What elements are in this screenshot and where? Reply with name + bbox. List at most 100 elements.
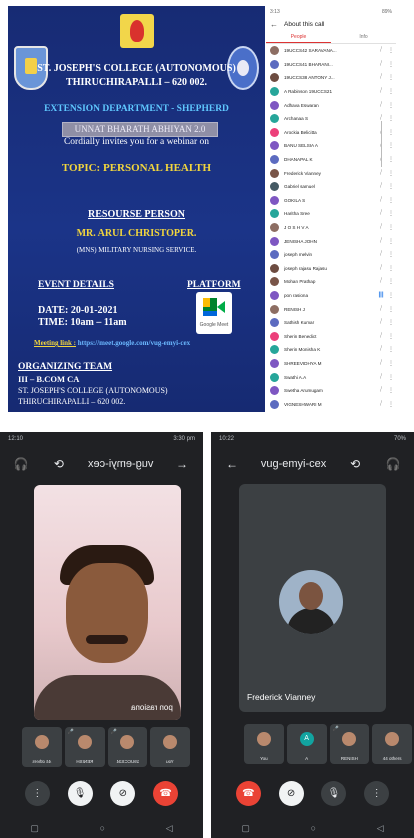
avatar: [270, 304, 279, 314]
more-options-button[interactable]: ⋮: [364, 780, 390, 806]
end-call-button[interactable]: ☎: [235, 780, 261, 806]
nav-recent-icon[interactable]: ▢: [30, 823, 39, 834]
participant-row[interactable]: 19UCCS38 ANTONY J... ⧸ ⋮: [266, 71, 396, 85]
participant-row[interactable]: Sherin Benedict ⧸ ⋮: [266, 329, 396, 343]
participant-row[interactable]: 19UCCS41 BHARANI... ⧸ ⋮: [266, 58, 396, 72]
more-options-button[interactable]: ⋮: [24, 780, 50, 806]
end-call-button[interactable]: ☎: [153, 780, 179, 806]
more-options-icon[interactable]: ⋮: [386, 61, 396, 68]
participant-row[interactable]: pon rasiona ||| ⋮: [266, 289, 396, 303]
participant-thumb[interactable]: You: [244, 724, 284, 764]
more-options-icon[interactable]: ⋮: [386, 170, 396, 177]
meeting-code[interactable]: vug-emyi-cex: [261, 458, 326, 470]
thumb-label: You: [260, 756, 268, 761]
more-options-icon[interactable]: ⋮: [386, 102, 396, 109]
mic-off-icon: ⧸: [379, 400, 383, 407]
more-options-icon[interactable]: ⋮: [386, 224, 396, 231]
more-options-icon[interactable]: ⋮: [386, 306, 396, 313]
participant-row[interactable]: Arockia Belicitta⧸⋮: [266, 126, 396, 140]
participant-row[interactable]: Mohan Prathap ⧸ ⋮: [266, 275, 396, 289]
more-options-icon[interactable]: ⋮: [386, 360, 396, 367]
mic-off-icon: ⧸: [379, 346, 383, 353]
more-options-icon[interactable]: ⋮: [386, 74, 396, 81]
participant-row[interactable]: JENISHA JOHN ⧸ ⋮: [266, 234, 396, 248]
status-bar: 3:13 89%: [266, 6, 396, 17]
participant-thumb[interactable]: 44 others: [372, 724, 412, 764]
participant-row[interactable]: Frederick Vianney ⧸ ⋮: [266, 166, 396, 180]
participant-thumb[interactable]: 🎤 RENISH: [64, 727, 105, 767]
tab-people[interactable]: People: [266, 31, 331, 43]
status-left: 12:10: [8, 436, 24, 442]
participant-row[interactable]: VIGNESHWARI M ⧸ ⋮: [266, 397, 396, 411]
participant-thumb[interactable]: 44 others: [22, 727, 62, 767]
participant-row[interactable]: Swathi A.A ⧸ ⋮: [266, 370, 396, 384]
participant-thumb[interactable]: You: [150, 727, 190, 767]
more-options-icon[interactable]: ⋮: [386, 210, 396, 217]
participant-row[interactable]: Sathish Kumar ⧸ ⋮: [266, 316, 396, 330]
participant-row[interactable]: joseph melvin ⧸ ⋮: [266, 248, 396, 262]
video-off-button[interactable]: ⊘: [278, 780, 304, 806]
more-options-icon[interactable]: ⋮: [386, 265, 396, 272]
participant-row[interactable]: Gabriel samuel ⧸ ⋮: [266, 180, 396, 194]
participant-row[interactable]: 19UCCS42 SARAVANA... ⧸ ⋮: [266, 44, 396, 58]
participant-thumb[interactable]: 🎤 RENISH: [329, 724, 370, 764]
nav-recent-icon[interactable]: ▢: [241, 823, 250, 834]
meeting-code[interactable]: vug-emyi-cex: [88, 458, 153, 470]
switch-camera-icon[interactable]: ⟲: [50, 457, 68, 471]
meeting-link-url[interactable]: https://meet.google.com/vug-emyi-cex: [78, 339, 190, 347]
more-options-icon[interactable]: ⋮: [386, 251, 396, 258]
participant-thumb[interactable]: 🎤 19UCCS34: [107, 727, 148, 767]
more-options-icon[interactable]: ⋮: [386, 88, 396, 95]
participant-row[interactable]: Haritha Sree ⧸ ⋮: [266, 207, 396, 221]
more-options-icon[interactable]: ⋮: [386, 238, 396, 245]
tab-info[interactable]: Info: [331, 31, 396, 43]
speaking-icon: |||: [378, 292, 384, 299]
more-options-icon[interactable]: ⋮: [386, 115, 396, 122]
more-options-icon[interactable]: ⋮: [386, 333, 396, 340]
more-options-icon[interactable]: ⋮: [386, 129, 396, 136]
mic-off-icon: ⧸: [379, 74, 383, 81]
more-options-icon[interactable]: ⋮: [386, 292, 396, 299]
participant-row[interactable]: Adhava Eswaran ⧸ ⋮: [266, 98, 396, 112]
participant-row[interactable]: GOKILA S ⧸ ⋮: [266, 194, 396, 208]
mic-off-button[interactable]: 🎙: [67, 780, 93, 806]
more-options-icon[interactable]: ⋮: [386, 278, 396, 285]
more-options-icon[interactable]: ⋮: [386, 387, 396, 394]
nav-home-icon[interactable]: ○: [311, 823, 316, 833]
more-options-icon[interactable]: ⋮: [386, 319, 396, 326]
more-options-icon[interactable]: ⋮: [386, 183, 396, 190]
participant-row[interactable]: Archanaa S ⧸ ⋮: [266, 112, 396, 126]
participant-row[interactable]: Swetha Arumugam ⧸ ⋮: [266, 384, 396, 398]
nav-home-icon[interactable]: ○: [100, 823, 105, 833]
participant-row[interactable]: SHREEVIDHYA M ⧸ ⋮: [266, 357, 396, 371]
switch-camera-icon[interactable]: ⟲: [346, 457, 364, 471]
video-off-button[interactable]: ⊘: [110, 780, 136, 806]
participant-row[interactable]: DHANAPAL K⧸⋮: [266, 153, 396, 167]
participant-row[interactable]: joseph rajasu Rajasu ⧸ ⋮: [266, 262, 396, 276]
participant-row[interactable]: RENISH J ⧸ ⋮: [266, 302, 396, 316]
more-options-icon[interactable]: ⋮: [386, 401, 396, 408]
mic-button[interactable]: 🎙: [321, 780, 347, 806]
more-options-icon[interactable]: ⋮: [386, 197, 396, 204]
more-options-icon[interactable]: ⋮: [386, 142, 396, 149]
nav-back-icon[interactable]: ◁: [166, 823, 173, 834]
more-options-icon[interactable]: ⋮: [386, 156, 396, 163]
headphones-icon[interactable]: 🎧: [384, 457, 402, 471]
participant-row[interactable]: BANU SELSIA A⧸⋮: [266, 139, 396, 153]
more-options-icon[interactable]: ⋮: [386, 346, 396, 353]
scrollbar[interactable]: [380, 121, 382, 167]
more-options-icon[interactable]: ⋮: [386, 47, 396, 54]
nav-back-icon[interactable]: ◁: [377, 823, 384, 834]
participant-row[interactable]: Sherin Monisha K ⧸ ⋮: [266, 343, 396, 357]
headphones-icon[interactable]: 🎧: [12, 457, 30, 471]
main-video-tile[interactable]: pon rasiona: [34, 485, 181, 720]
mic-off-icon: ⧸: [379, 278, 383, 285]
main-participant-tile[interactable]: Frederick Vianney: [239, 484, 386, 712]
back-arrow-icon[interactable]: ←: [223, 457, 241, 471]
more-options-icon[interactable]: ⋮: [386, 374, 396, 381]
participant-row[interactable]: A Rabinson 19UCCS21 ⧸ ⋮: [266, 85, 396, 99]
back-arrow-icon[interactable]: ←: [270, 20, 278, 29]
participant-row[interactable]: J O S H V A ⧸ ⋮: [266, 221, 396, 235]
arrow-icon[interactable]: →: [173, 457, 191, 471]
participant-thumb[interactable]: AA: [286, 724, 327, 764]
